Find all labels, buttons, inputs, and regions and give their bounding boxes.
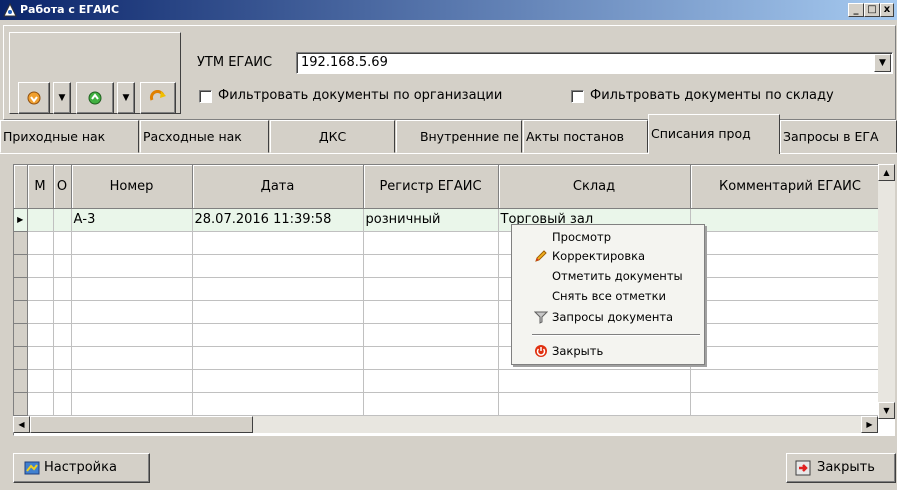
utm-dropdown-button[interactable]: ▼ — [874, 54, 891, 72]
scroll-corner — [878, 419, 895, 436]
chevron-down-icon: ▼ — [883, 406, 890, 415]
cell-register[interactable]: розничный — [363, 208, 499, 232]
cell-number[interactable]: А-3 — [71, 208, 193, 232]
column-header-date[interactable]: Дата — [192, 165, 364, 209]
tab-requests[interactable]: Запросы в ЕГА — [780, 120, 897, 153]
title-bar: Работа с ЕГАИС — [0, 0, 897, 20]
app-icon — [3, 3, 17, 17]
tab-outgoing[interactable]: Расходные нак — [140, 120, 269, 153]
filter-org-checkbox[interactable] — [199, 90, 212, 103]
funnel-icon — [534, 311, 548, 324]
menu-item-clear-marks[interactable]: Снять все отметки — [552, 289, 666, 303]
filter-warehouse-label: Фильтровать документы по складу — [590, 88, 834, 103]
documents-grid[interactable]: М О Номер Дата Регистр ЕГАИС Склад Комме… — [13, 164, 895, 436]
row-pointer-icon: ▶ — [14, 208, 28, 232]
column-header-comment[interactable]: Комментарий ЕГАИС — [690, 165, 891, 209]
vertical-scrollbar[interactable]: ▲ ▼ — [878, 164, 895, 419]
close-label: Закрыть — [817, 460, 875, 475]
cell-date[interactable]: 28.07.2016 11:39:58 — [192, 208, 364, 232]
cell-m[interactable] — [27, 208, 54, 232]
utm-select[interactable]: 192.168.5.69 ▼ — [296, 52, 893, 74]
pencil-icon — [535, 250, 547, 262]
scroll-down-button[interactable]: ▼ — [878, 402, 895, 419]
empty-row — [14, 231, 891, 255]
menu-item-view[interactable]: Просмотр — [552, 230, 611, 244]
menu-item-correct[interactable]: Корректировка — [552, 249, 645, 263]
empty-row — [14, 300, 891, 324]
settings-label: Настройка — [44, 460, 117, 475]
upload-icon — [88, 91, 102, 105]
chevron-left-icon: ◀ — [18, 420, 25, 429]
menu-item-document-requests[interactable]: Запросы документа — [552, 310, 673, 324]
cell-comment[interactable] — [690, 208, 891, 232]
empty-row — [14, 369, 891, 393]
download-icon — [27, 91, 41, 105]
close-button[interactable]: Закрыть — [786, 453, 896, 483]
empty-row — [14, 392, 891, 416]
tab-dks[interactable]: ДКС — [270, 120, 395, 153]
utm-select-value: 192.168.5.69 — [301, 55, 388, 70]
minimize-button[interactable]: _ — [848, 3, 864, 17]
exit-icon — [795, 460, 811, 476]
tab-acts[interactable]: Акты постанов — [523, 120, 648, 153]
filter-warehouse-checkbox[interactable] — [571, 90, 584, 103]
settings-icon — [24, 461, 40, 475]
window-title: Работа с ЕГАИС — [20, 3, 120, 16]
context-menu: Просмотр Корректировка Отметить документ… — [511, 224, 705, 365]
chevron-down-icon: ▼ — [879, 58, 886, 68]
empty-row — [14, 323, 891, 347]
column-header-register[interactable]: Регистр ЕГАИС — [363, 165, 499, 209]
filter-org-label: Фильтровать документы по организации — [218, 88, 503, 103]
menu-item-mark-documents[interactable]: Отметить документы — [552, 269, 683, 283]
horizontal-scrollbar[interactable]: ◀ ▶ — [13, 416, 878, 433]
indicator-header — [14, 165, 28, 209]
tab-incoming[interactable]: Приходные нак — [0, 120, 139, 153]
settings-button[interactable]: Настройка — [13, 453, 150, 483]
close-window-button[interactable]: x — [880, 3, 894, 17]
menu-separator — [532, 334, 700, 336]
empty-row — [14, 254, 891, 278]
empty-row — [14, 346, 891, 370]
utm-label: УТМ ЕГАИС — [197, 55, 273, 70]
maximize-button[interactable]: □ — [864, 3, 880, 17]
empty-row — [14, 277, 891, 301]
load-button[interactable] — [18, 82, 50, 114]
chevron-right-icon: ▶ — [866, 420, 873, 429]
chevron-down-icon: ▼ — [58, 93, 66, 103]
tab-internal[interactable]: Внутренние пе — [396, 120, 522, 153]
column-header-warehouse[interactable]: Склад — [498, 165, 691, 209]
refresh-button[interactable] — [140, 82, 176, 114]
power-icon — [535, 345, 547, 357]
scroll-left-button[interactable]: ◀ — [13, 416, 30, 433]
send-dropdown-button[interactable]: ▼ — [117, 82, 135, 114]
documents-table: М О Номер Дата Регистр ЕГАИС Склад Комме… — [14, 165, 891, 416]
horizontal-scroll-thumb[interactable] — [30, 416, 253, 433]
cell-o[interactable] — [53, 208, 72, 232]
column-header-number[interactable]: Номер — [71, 165, 193, 209]
column-header-o[interactable]: О — [53, 165, 72, 209]
chevron-up-icon: ▲ — [883, 168, 890, 177]
menu-item-close[interactable]: Закрыть — [552, 344, 603, 358]
header-row: М О Номер Дата Регистр ЕГАИС Склад Комме… — [14, 165, 891, 209]
column-header-m[interactable]: М — [27, 165, 54, 209]
tab-writeoffs[interactable]: Списания прод — [648, 114, 780, 154]
send-button[interactable] — [76, 82, 114, 114]
load-dropdown-button[interactable]: ▼ — [53, 82, 71, 114]
table-row[interactable]: ▶ А-3 28.07.2016 11:39:58 розничный Торг… — [14, 208, 891, 232]
chevron-down-icon: ▼ — [122, 93, 130, 103]
refresh-icon — [149, 90, 166, 101]
scroll-up-button[interactable]: ▲ — [878, 164, 895, 181]
scroll-right-button[interactable]: ▶ — [861, 416, 878, 433]
